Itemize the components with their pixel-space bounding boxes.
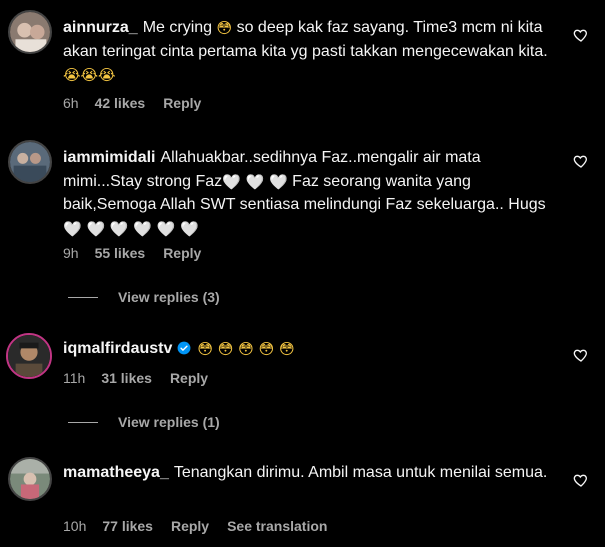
likes-count[interactable]: 77 likes	[102, 518, 153, 534]
replies-divider	[68, 296, 98, 298]
verified-badge-icon	[177, 341, 191, 355]
comment-username[interactable]: iqmalfirdaustv	[63, 340, 172, 357]
comment-body: iammimidali Allahuakbar..sedihnya Faz..me…	[63, 146, 563, 240]
crying-emoji: 😭😭😭	[63, 66, 116, 84]
reply-button[interactable]: Reply	[163, 95, 201, 111]
heart-outline-icon[interactable]	[573, 153, 589, 169]
reply-button[interactable]: Reply	[163, 245, 201, 261]
avatar[interactable]	[8, 457, 52, 501]
avatar[interactable]	[6, 333, 52, 379]
likes-count[interactable]: 31 likes	[101, 370, 152, 386]
comment-meta: 9h 55 likes Reply	[63, 245, 219, 261]
view-replies-button[interactable]: View replies (1)	[68, 414, 220, 430]
likes-count[interactable]: 42 likes	[95, 95, 146, 111]
see-translation-button[interactable]: See translation	[227, 518, 327, 534]
comment-username[interactable]: mamatheeya_	[63, 464, 169, 481]
comment-meta: 10h 77 likes Reply See translation	[63, 518, 345, 534]
comment-time: 10h	[63, 518, 87, 534]
comment-meta: 11h 31 likes Reply	[63, 370, 226, 386]
flushed-emoji: 😳	[216, 19, 233, 37]
comment-time: 11h	[63, 370, 86, 386]
white-heart-emoji: 🤍 🤍 🤍	[222, 172, 288, 191]
comment-text: Tenangkan dirimu. Ambil masa untuk menil…	[173, 464, 548, 481]
heart-outline-icon[interactable]	[573, 472, 589, 488]
view-replies-button[interactable]: View replies (3)	[68, 289, 220, 305]
comment-body: mamatheeya_ Tenangkan dirimu. Ambil masa …	[63, 461, 563, 485]
reply-button[interactable]: Reply	[171, 518, 209, 534]
view-replies-label[interactable]: View replies (3)	[118, 289, 220, 305]
view-replies-label[interactable]: View replies (1)	[118, 414, 220, 430]
comment-username[interactable]: ainnurza_	[63, 19, 138, 36]
avatar[interactable]	[8, 140, 52, 184]
comment-body: ainnurza_ Me crying 😳 so deep kak faz say…	[63, 16, 563, 87]
heart-outline-icon[interactable]	[573, 347, 589, 363]
white-heart-emoji: 🤍 🤍 🤍 🤍 🤍 🤍	[63, 219, 199, 238]
comment-body: iqmalfirdaustv 😳 😳 😳 😳 😳	[63, 337, 563, 361]
comment-username[interactable]: iammimidali	[63, 149, 155, 166]
comment-text: Me crying	[142, 19, 217, 36]
heart-outline-icon[interactable]	[573, 27, 589, 43]
comment-time: 6h	[63, 95, 79, 111]
comment-time: 9h	[63, 245, 79, 261]
replies-divider	[68, 421, 98, 423]
flushed-emoji: 😳 😳 😳 😳 😳	[197, 340, 295, 358]
reply-button[interactable]: Reply	[170, 370, 208, 386]
comment-meta: 6h 42 likes Reply	[63, 95, 219, 111]
avatar[interactable]	[8, 10, 52, 54]
likes-count[interactable]: 55 likes	[95, 245, 146, 261]
